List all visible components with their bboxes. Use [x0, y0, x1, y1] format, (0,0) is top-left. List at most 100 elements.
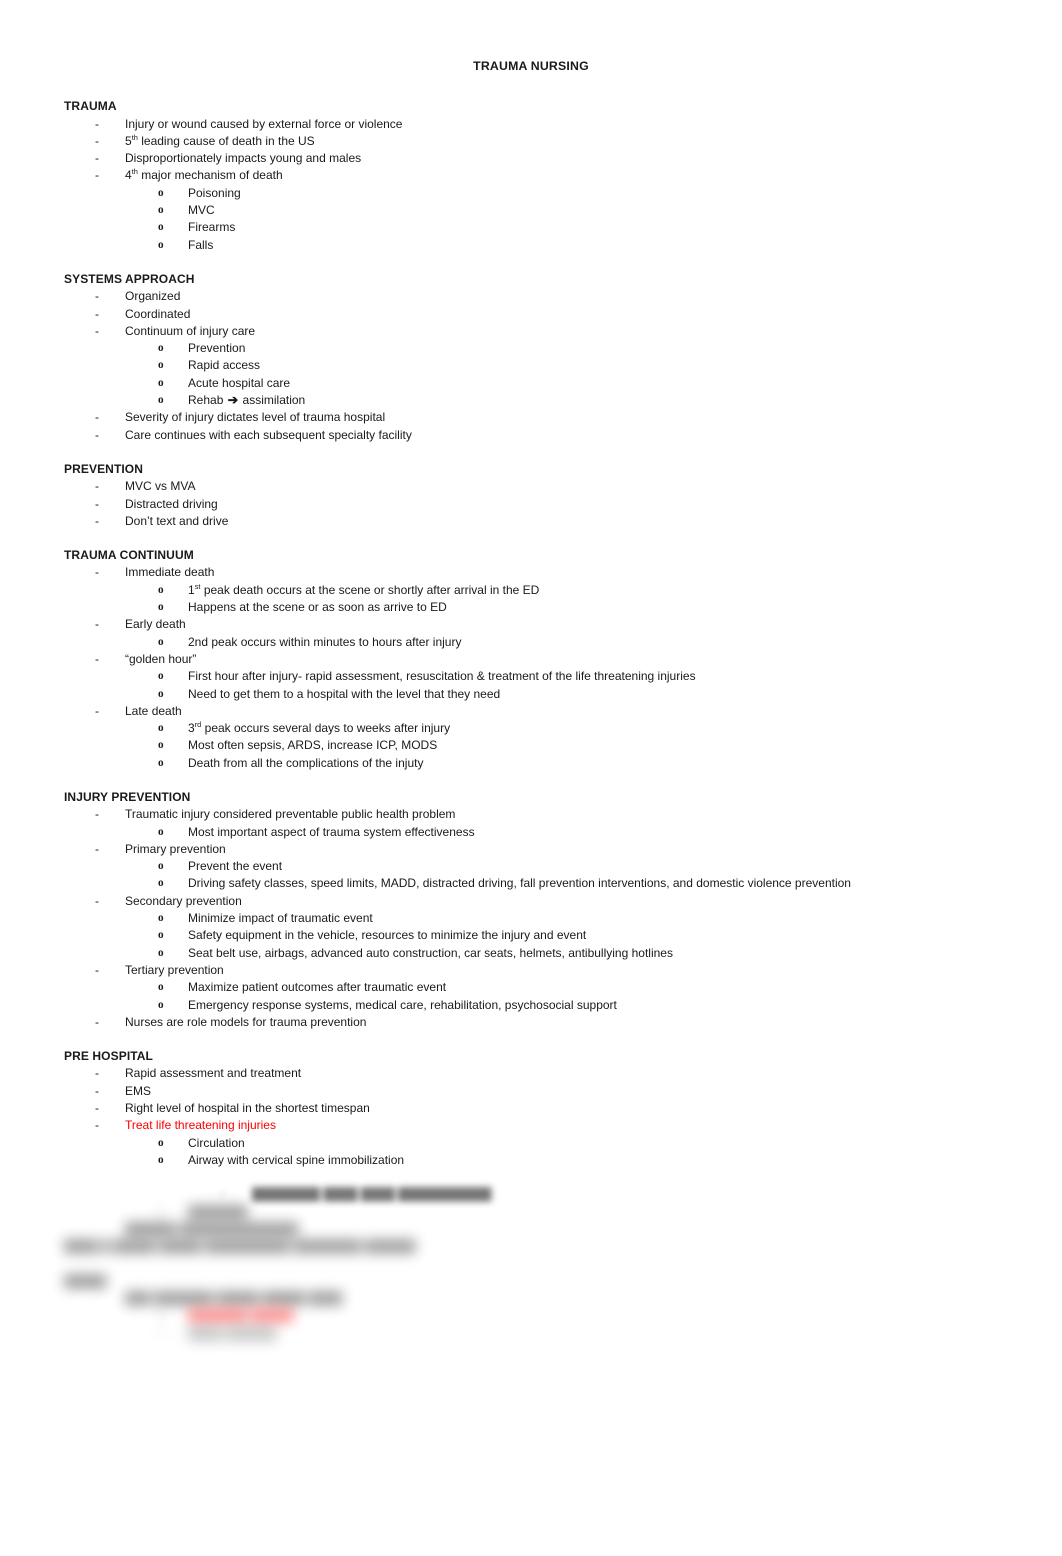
dash-bullet-icon: - [95, 496, 99, 511]
dash-bullet-icon: - [95, 617, 99, 632]
list-item-label: MVC [188, 203, 215, 218]
list-item-label: Prevention [188, 341, 246, 356]
list-item-label: Emergency response systems, medical care… [188, 997, 617, 1012]
list-item-label: Disproportionately impacts young and mal… [125, 151, 362, 166]
dash-bullet-icon: - [95, 703, 99, 718]
circle-bullet-icon: o [158, 860, 164, 873]
bullet-list-level1: - “golden hour” [64, 651, 1022, 668]
circle-bullet-icon: o [158, 722, 164, 735]
list-item-obscured-red: o ███████ █████ [64, 1307, 1022, 1324]
list-item-obscured: ▪ ████████ ████ ████ ███████████ [64, 1186, 1022, 1203]
list-item: o Minimize impact of traumatic event [64, 910, 1022, 927]
bullet-list-level1: - Early death [64, 616, 1022, 633]
list-item-label: Nurses are role models for trauma preven… [125, 1014, 367, 1029]
list-item-obscured: o ███████ [64, 1204, 1022, 1221]
bullet-list-level1-obscured: - ███ ███████ █████ █████ ████ [64, 1290, 1022, 1307]
bullet-list-level2-obscured: o ███████ █████ o ████ ██████ [64, 1307, 1022, 1342]
obscured-heading: █████ [64, 1273, 107, 1288]
dash-bullet-icon: - [95, 962, 99, 977]
dash-bullet-icon: - [95, 1066, 99, 1081]
circle-bullet-icon: o [158, 394, 164, 407]
circle-bullet-icon: o [158, 929, 164, 942]
list-item: - Don’t text and drive [64, 513, 1022, 530]
list-item: - Traumatic injury considered preventabl… [64, 806, 1022, 823]
list-item-label: Firearms [188, 220, 236, 235]
list-item: o Airway with cervical spine immobilizat… [64, 1152, 1022, 1169]
list-item: o Prevent the event [64, 858, 1022, 875]
circle-bullet-icon: o [158, 635, 164, 648]
list-item-label: Primary prevention [125, 841, 226, 856]
dash-bullet-icon: - [95, 1118, 99, 1133]
list-item: - Severity of injury dictates level of t… [64, 409, 1022, 426]
list-item: o Rapid access [64, 357, 1022, 374]
list-item-obscured: - ██████ ██████████████ [64, 1221, 1022, 1238]
circle-bullet-icon: o [158, 1153, 164, 1166]
list-item-label: Continuum of injury care [125, 323, 256, 338]
list-item: - Right level of hospital in the shortes… [64, 1100, 1022, 1117]
bullet-list-level1: - Primary prevention [64, 841, 1022, 858]
list-item-label: Minimize impact of traumatic event [188, 911, 373, 926]
dash-bullet-icon: - [95, 427, 99, 442]
circle-bullet-icon: o [158, 186, 164, 199]
circle-bullet-icon: o [158, 877, 164, 890]
dash-bullet-icon: - [95, 893, 99, 908]
section-heading: PRE HOSPITAL [64, 1049, 153, 1064]
bullet-list-level2-obscured: o ███████ [64, 1204, 1022, 1221]
list-item-label: EMS [125, 1083, 152, 1098]
list-item: - Coordinated [64, 306, 1022, 323]
list-item-label: Safety equipment in the vehicle, resourc… [188, 928, 587, 943]
list-item: o Emergency response systems, medical ca… [64, 997, 1022, 1014]
list-item-label-red: Treat life threatening injuries [125, 1118, 276, 1133]
bullet-list-level1: - Tertiary prevention [64, 962, 1022, 979]
list-item: o 3rd peak occurs several days to weeks … [64, 720, 1022, 737]
list-item: - Continuum of injury care [64, 323, 1022, 340]
dash-bullet-icon: - [95, 116, 99, 131]
list-item: o MVC [64, 202, 1022, 219]
list-item: o Acute hospital care [64, 375, 1022, 392]
circle-bullet-icon: o [158, 670, 164, 683]
dash-bullet-icon: - [95, 1221, 99, 1236]
dash-bullet-icon: - [95, 807, 99, 822]
section-heading: PREVENTION [64, 461, 144, 476]
circle-bullet-icon: o [158, 912, 164, 925]
circle-bullet-icon: o [158, 1309, 164, 1322]
circle-bullet-icon: o [158, 221, 164, 234]
circle-bullet-icon: o [158, 825, 164, 838]
dash-bullet-icon: - [95, 289, 99, 304]
list-item-label: Organized [125, 289, 181, 304]
circle-bullet-icon: o [158, 687, 164, 700]
section-pre-hospital: PRE HOSPITAL - Rapid assessment and trea… [64, 1048, 1022, 1169]
bullet-list-level2: o 3rd peak occurs several days to weeks … [64, 720, 1022, 772]
bullet-list-level1-obscured: - ██████ ██████████████ [64, 1221, 1022, 1238]
list-item-label: Distracted driving [125, 496, 218, 511]
bullet-list-level1: - Traumatic injury considered preventabl… [64, 806, 1022, 823]
list-item-label: Secondary prevention [125, 893, 242, 908]
list-item: o Seat belt use, airbags, advanced auto … [64, 945, 1022, 962]
dash-bullet-icon: - [95, 133, 99, 148]
list-item-label: Don’t text and drive [125, 513, 229, 528]
obscured-spacer [64, 1255, 1022, 1272]
list-item-label: First hour after injury- rapid assessmen… [188, 669, 696, 684]
list-item-label: Maximize patient outcomes after traumati… [188, 980, 447, 995]
bullet-list-level2: o 1st peak death occurs at the scene or … [64, 582, 1022, 617]
list-item-obscured: o ████ ██████ [64, 1325, 1022, 1342]
dash-bullet-icon: - [95, 651, 99, 666]
list-item-label: Coordinated [125, 306, 191, 321]
section-systems-approach: SYSTEMS APPROACH - Organized - Coordinat… [64, 271, 1022, 444]
list-item-label: Prevent the event [188, 859, 283, 874]
obscured-text-red: ███████ █████ [188, 1308, 294, 1323]
list-item: o 2nd peak occurs within minutes to hour… [64, 634, 1022, 651]
list-item-label: 3rd peak occurs several days to weeks af… [188, 720, 451, 736]
obscured-paragraph: ████ █ █████ █████ ██████████ ████████ █… [64, 1239, 416, 1254]
bullet-list-level1: - Immediate death [64, 564, 1022, 581]
list-item-label: 4th major mechanism of death [125, 167, 283, 183]
square-bullet-icon: ▪ [221, 1190, 224, 1200]
circle-bullet-icon: o [158, 1136, 164, 1149]
list-item: o Maximize patient outcomes after trauma… [64, 979, 1022, 996]
bullet-list-level1: - Secondary prevention [64, 893, 1022, 910]
list-item: - “golden hour” [64, 651, 1022, 668]
list-item: o Rehab ➔ assimilation [64, 392, 1022, 409]
bullet-list-level2: o Prevention o Rapid access o Acute hosp… [64, 340, 1022, 409]
list-item-highlighted: - Treat life threatening injuries [64, 1117, 1022, 1134]
dash-bullet-icon: - [95, 513, 99, 528]
